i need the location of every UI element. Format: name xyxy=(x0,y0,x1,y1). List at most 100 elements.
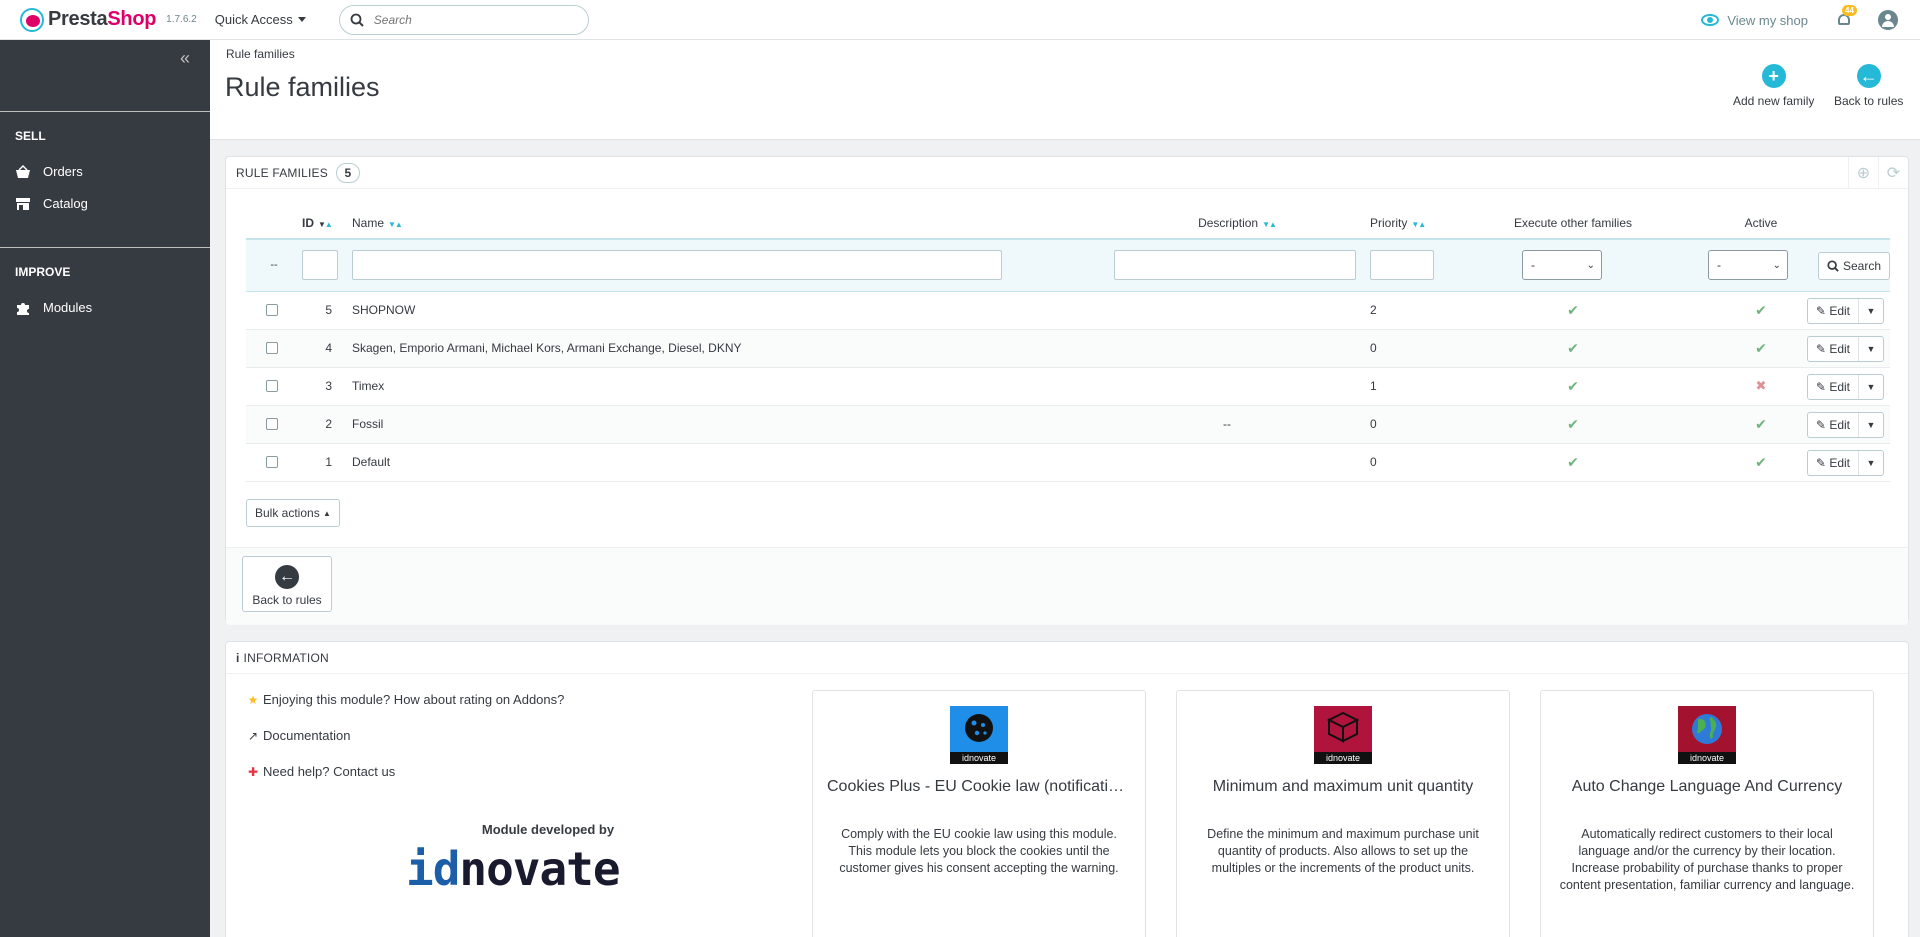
row-checkbox[interactable] xyxy=(266,380,278,392)
pencil-icon: ✎ xyxy=(1815,379,1826,394)
documentation-link[interactable]: ↗ Documentation xyxy=(246,728,350,743)
bulk-actions-button[interactable]: Bulk actions ▲ xyxy=(246,499,340,527)
check-icon[interactable]: ✔ xyxy=(1755,302,1767,318)
edit-button[interactable]: ✎ Edit xyxy=(1808,298,1859,323)
sidebar-item-orders[interactable]: Orders xyxy=(15,164,83,179)
puffin-icon xyxy=(20,7,44,32)
table-row[interactable]: 2 Fossil -- 0 ✔ ✔ ✎ Edit ▼ xyxy=(246,405,1890,444)
edit-button[interactable]: ✎ Edit xyxy=(1808,336,1859,361)
column-active: Active xyxy=(1666,207,1856,240)
module-card-title: Cookies Plus - EU Cookie law (notificati… xyxy=(827,778,1131,795)
module-card[interactable]: idnovate Minimum and maximum unit quanti… xyxy=(1176,690,1510,937)
collapse-sidebar-icon[interactable]: « xyxy=(180,48,190,69)
quick-access-menu[interactable]: Quick Access xyxy=(215,12,306,27)
search-input[interactable] xyxy=(373,12,554,27)
sidebar-item-catalog[interactable]: Catalog xyxy=(15,196,88,211)
check-icon[interactable]: ✔ xyxy=(1567,454,1579,470)
rate-addons-link[interactable]: ★ Enjoying this module? How about rating … xyxy=(246,692,565,707)
check-icon[interactable]: ✔ xyxy=(1755,340,1767,356)
table-row[interactable]: 5 SHOPNOW 2 ✔ ✔ ✎ Edit ▼ xyxy=(246,291,1890,330)
prestashop-logo[interactable]: PrestaShop xyxy=(20,7,156,32)
sidebar-item-modules[interactable]: Modules xyxy=(15,300,92,315)
edit-button-group[interactable]: ✎ Edit ▼ xyxy=(1806,335,1884,362)
search-button[interactable]: Search xyxy=(1818,252,1890,280)
edit-button[interactable]: ✎ Edit xyxy=(1808,412,1859,437)
filter-priority-input[interactable] xyxy=(1370,250,1434,281)
back-to-rules-button[interactable]: ← Back to rules xyxy=(242,556,332,612)
check-icon[interactable]: ✔ xyxy=(1567,302,1579,318)
notification-badge: 44 xyxy=(1842,5,1857,16)
globe-icon: idnovate xyxy=(1678,706,1736,764)
sort-arrows-icon[interactable]: ▼▲ xyxy=(1262,220,1277,229)
cross-icon[interactable]: ✖ xyxy=(1756,378,1767,393)
check-icon[interactable]: ✔ xyxy=(1567,378,1579,394)
search-box[interactable] xyxy=(338,4,589,35)
edit-button[interactable]: ✎ Edit xyxy=(1808,374,1859,399)
module-card-title: Minimum and maximum unit quantity xyxy=(1212,778,1474,795)
check-icon[interactable]: ✔ xyxy=(1755,416,1767,432)
check-icon[interactable]: ✔ xyxy=(1755,454,1767,470)
arrow-left-circle-icon: ← xyxy=(275,565,299,589)
back-to-rules-toolbar-button[interactable]: ← Back to rules xyxy=(1834,64,1903,108)
filter-name-input[interactable] xyxy=(352,250,1002,281)
pencil-icon: ✎ xyxy=(1815,303,1826,318)
pencil-icon: ✎ xyxy=(1815,417,1826,432)
store-icon xyxy=(15,197,31,211)
arrow-left-circle-icon: ← xyxy=(1856,64,1881,88)
row-checkbox[interactable] xyxy=(266,342,278,354)
search-icon xyxy=(1827,260,1839,272)
panel-tools: ⊕ ⟳ xyxy=(1848,157,1908,189)
table-row[interactable]: 3 Timex 1 ✔ ✖ ✎ Edit ▼ xyxy=(246,367,1890,406)
sort-arrows-icon[interactable]: ▼▲ xyxy=(318,220,333,229)
edit-button-group[interactable]: ✎ Edit ▼ xyxy=(1806,297,1884,324)
filter-id-input[interactable] xyxy=(302,250,338,281)
sidebar-divider xyxy=(0,247,210,248)
sort-arrows-icon[interactable]: ▼▲ xyxy=(1411,220,1426,229)
table-row[interactable]: 4 Skagen, Emporio Armani, Michael Kors, … xyxy=(246,329,1890,368)
eye-icon xyxy=(1701,14,1720,26)
module-card[interactable]: idnovate Cookies Plus - EU Cookie law (n… xyxy=(812,690,1146,937)
idnovate-logo[interactable]: idnovate xyxy=(406,842,621,896)
check-icon[interactable]: ✔ xyxy=(1567,416,1579,432)
filter-active-select[interactable]: - ⌄ xyxy=(1708,250,1788,281)
version-label: 1.7.6.2 xyxy=(166,14,197,25)
row-checkbox[interactable] xyxy=(266,456,278,468)
column-description[interactable]: Description ▼▲ xyxy=(1098,207,1356,240)
caret-down-icon[interactable]: ▼ xyxy=(1859,299,1883,323)
contact-us-link[interactable]: ✚ Need help? Contact us xyxy=(246,764,395,779)
caret-down-icon[interactable]: ▼ xyxy=(1859,451,1883,475)
column-name[interactable]: Name ▼▲ xyxy=(352,207,1098,240)
add-new-family-button[interactable]: + Add new family xyxy=(1733,64,1814,108)
edit-button-group[interactable]: ✎ Edit ▼ xyxy=(1806,373,1884,400)
search-icon xyxy=(350,13,364,27)
row-checkbox[interactable] xyxy=(266,418,278,430)
puzzle-icon xyxy=(15,301,31,315)
edit-button-group[interactable]: ✎ Edit ▼ xyxy=(1806,449,1884,476)
page-title: Rule families xyxy=(225,72,380,102)
info-icon: i xyxy=(236,650,240,665)
medkit-icon: ✚ xyxy=(247,764,259,779)
user-avatar-icon[interactable] xyxy=(1878,10,1898,30)
column-priority[interactable]: Priority ▼▲ xyxy=(1356,207,1480,240)
edit-button-group[interactable]: ✎ Edit ▼ xyxy=(1806,411,1884,438)
add-circle-icon[interactable]: ⊕ xyxy=(1848,157,1878,189)
filter-execute-select[interactable]: - ⌄ xyxy=(1522,250,1602,281)
column-id[interactable]: ID ▼▲ xyxy=(302,207,352,240)
refresh-icon[interactable]: ⟳ xyxy=(1878,157,1908,189)
breadcrumb[interactable]: Rule families xyxy=(226,47,295,61)
check-icon[interactable]: ✔ xyxy=(1567,340,1579,356)
edit-button[interactable]: ✎ Edit xyxy=(1808,450,1859,475)
caret-down-icon[interactable]: ▼ xyxy=(1859,375,1883,399)
pencil-icon: ✎ xyxy=(1815,341,1826,356)
panel-footer: ← Back to rules xyxy=(226,547,1908,625)
caret-down-icon[interactable]: ▼ xyxy=(1859,413,1883,437)
table-row[interactable]: 1 Default 0 ✔ ✔ ✎ Edit ▼ xyxy=(246,443,1890,482)
row-checkbox[interactable] xyxy=(266,304,278,316)
view-shop-link[interactable]: View my shop xyxy=(1701,13,1808,28)
module-card[interactable]: idnovate Auto Change Language And Curren… xyxy=(1540,690,1874,937)
plus-circle-icon: + xyxy=(1761,64,1786,88)
filter-description-input[interactable] xyxy=(1114,250,1356,281)
caret-down-icon[interactable]: ▼ xyxy=(1859,337,1883,361)
notifications-button[interactable]: 44 xyxy=(1836,5,1857,29)
sort-arrows-icon[interactable]: ▼▲ xyxy=(388,220,403,229)
